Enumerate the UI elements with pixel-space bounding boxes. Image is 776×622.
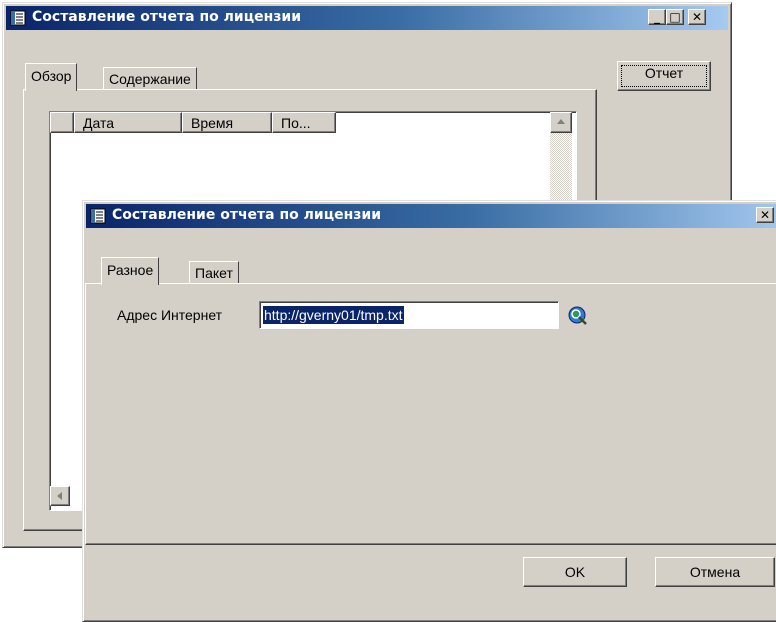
column-header-date[interactable]: Дата xyxy=(74,112,182,133)
ok-button-label: OK xyxy=(564,564,586,580)
front-window-title: Составление отчета по лицензии xyxy=(112,207,382,223)
minimize-icon: _ xyxy=(654,10,660,24)
scroll-left-button[interactable] xyxy=(50,486,70,506)
front-close-button[interactable]: ✕ xyxy=(756,207,774,223)
close-icon: ✕ xyxy=(759,208,771,222)
internet-address-input[interactable]: http://gverny01/tmp.txt xyxy=(259,301,559,329)
tab-package[interactable]: Пакет xyxy=(189,261,239,283)
column-header-user[interactable]: По... xyxy=(272,112,336,133)
arrow-up-icon xyxy=(557,119,565,124)
arrow-left-icon xyxy=(57,492,62,500)
column-header-time[interactable]: Время xyxy=(182,112,272,133)
cancel-button-label: Отмена xyxy=(689,564,741,580)
report-button-label: Отчет xyxy=(644,65,684,81)
maximize-icon: □ xyxy=(669,10,681,24)
report-button[interactable]: Отчет xyxy=(617,61,711,91)
internet-address-label: Адрес Интернет xyxy=(117,307,223,323)
tab-overview[interactable]: Обзор xyxy=(25,63,78,91)
globe-search-icon[interactable] xyxy=(567,305,589,327)
tab-misc[interactable]: Разное xyxy=(101,257,160,285)
cancel-button[interactable]: Отмена xyxy=(655,557,775,587)
back-window-title: Составление отчета по лицензии xyxy=(32,9,302,25)
internet-address-value: http://gverny01/tmp.txt xyxy=(263,306,404,324)
minimize-button[interactable]: _ xyxy=(648,9,666,25)
close-icon: ✕ xyxy=(691,10,703,24)
report-window-icon xyxy=(90,208,106,224)
ok-button[interactable]: OK xyxy=(523,557,627,587)
close-button[interactable]: ✕ xyxy=(688,9,706,25)
maximize-button[interactable]: □ xyxy=(666,9,684,25)
column-header-blank[interactable] xyxy=(50,112,74,133)
report-window-icon xyxy=(10,10,26,26)
front-titlebar[interactable]: Составление отчета по лицензии ✕ xyxy=(86,204,776,228)
scroll-up-button[interactable] xyxy=(550,112,572,133)
tab-contents[interactable]: Содержание xyxy=(103,67,197,89)
front-window: Составление отчета по лицензии ✕ Разное … xyxy=(82,200,776,622)
back-titlebar[interactable]: Составление отчета по лицензии _ □ ✕ xyxy=(6,6,728,30)
